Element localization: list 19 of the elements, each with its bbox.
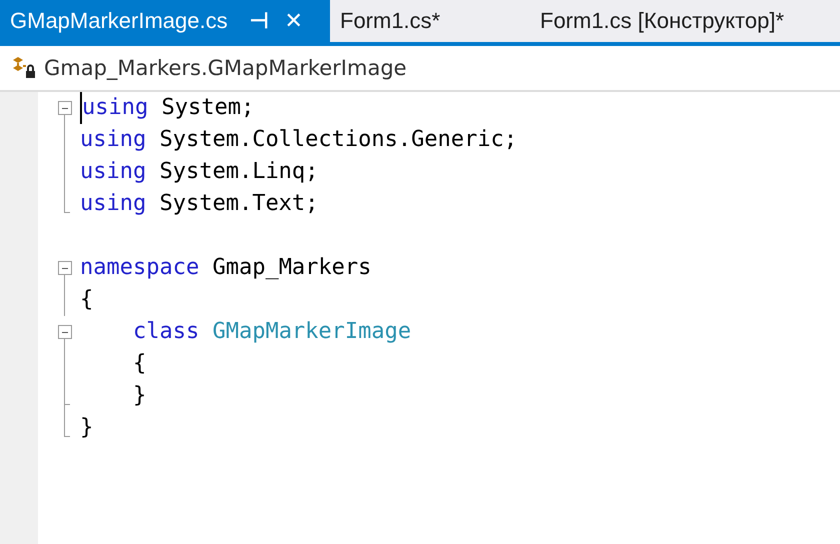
navigation-label[interactable]: Gmap_Markers.GMapMarkerImage <box>44 56 407 80</box>
editor-tab[interactable]: Form1.cs [Конструктор]* <box>530 0 792 42</box>
code-line: { <box>80 286 94 314</box>
pin-icon[interactable]: ⊣ <box>250 8 269 34</box>
close-icon[interactable]: ✕ <box>284 8 303 34</box>
code-line: using System.Linq; <box>80 158 318 186</box>
collapse-icon[interactable] <box>58 261 72 275</box>
editor-tab[interactable]: Form1.cs* <box>330 0 530 42</box>
collapse-icon[interactable] <box>58 325 72 339</box>
collapse-icon[interactable] <box>58 101 72 115</box>
code-line: using System; <box>80 92 254 124</box>
code-line: } <box>132 382 146 410</box>
code-line: namespace Gmap_Markers <box>80 254 372 282</box>
code-line: { <box>132 350 146 378</box>
code-line: using System.Collections.Generic; <box>80 126 518 154</box>
code-line: using System.Text; <box>80 190 318 218</box>
code-line: class GMapMarkerImage <box>132 318 412 346</box>
code-line: } <box>80 414 94 442</box>
editor-tab[interactable]: GMapMarkerImage.cs ⊣ ✕ <box>0 0 330 42</box>
